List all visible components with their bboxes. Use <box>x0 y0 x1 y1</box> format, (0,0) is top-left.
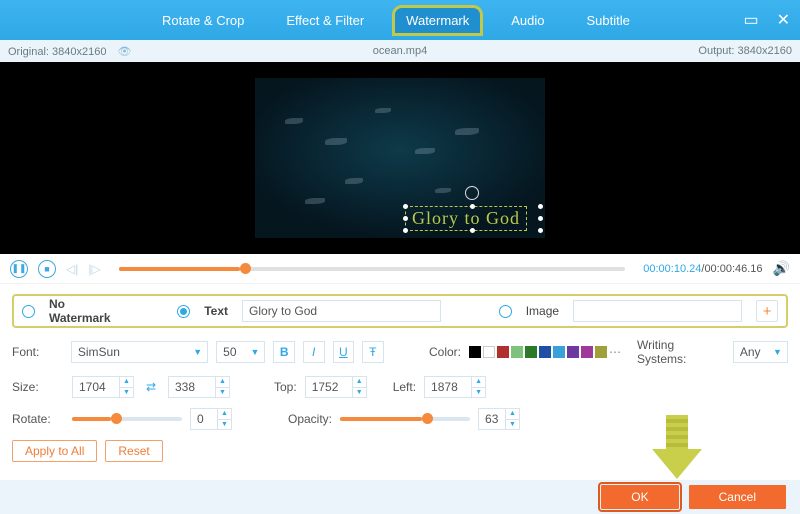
opacity-label: Opacity: <box>288 412 332 426</box>
apply-to-all-button[interactable]: Apply to All <box>12 440 97 462</box>
writing-systems-label: Writing Systems: <box>637 338 725 366</box>
volume-icon[interactable]: 🔊 <box>773 260 790 277</box>
radio-no-watermark[interactable] <box>22 305 35 318</box>
cancel-button[interactable]: Cancel <box>689 485 786 509</box>
swatch[interactable] <box>553 346 565 358</box>
swatch[interactable] <box>567 346 579 358</box>
swatch[interactable] <box>469 346 481 358</box>
strikethrough-button[interactable]: Ŧ <box>362 341 384 363</box>
video-preview: Glory to God <box>0 62 800 254</box>
window-controls: ▭ ✕ <box>743 10 790 30</box>
watermark-panel: No Watermark Text Image + Font: SimSun▼ … <box>0 284 800 470</box>
color-label: Color: <box>429 345 461 359</box>
writing-systems-select[interactable]: Any▼ <box>733 341 788 363</box>
watermark-image-input[interactable] <box>573 300 742 322</box>
next-frame-icon[interactable]: |▷ <box>88 262 100 276</box>
more-colors-icon[interactable]: ⋯ <box>609 345 621 359</box>
left-label: Left: <box>393 380 416 394</box>
radio-image[interactable] <box>499 305 512 318</box>
height-spinner[interactable]: 338▲▼ <box>168 376 230 398</box>
reset-button[interactable]: Reset <box>105 440 162 462</box>
font-label: Font: <box>12 345 63 359</box>
pause-button[interactable]: ❚❚ <box>10 260 28 278</box>
rotate-label: Rotate: <box>12 412 64 426</box>
footer: OK Cancel <box>0 480 800 514</box>
font-size-select[interactable]: 50▼ <box>216 341 265 363</box>
font-family-select[interactable]: SimSun▼ <box>71 341 208 363</box>
radio-text[interactable] <box>177 305 190 318</box>
preview-toggle-icon[interactable]: 👁 <box>118 46 132 58</box>
size-row: Size: 1704▲▼ ⇄ 338▲▼ Top: 1752▲▼ Left: 1… <box>12 376 788 398</box>
stop-button[interactable]: ■ <box>38 260 56 278</box>
width-spinner[interactable]: 1704▲▼ <box>72 376 134 398</box>
font-row: Font: SimSun▼ 50▼ B I U Ŧ Color: ⋯ <box>12 338 788 366</box>
close-icon[interactable]: ✕ <box>777 10 790 30</box>
watermark-text-overlay[interactable]: Glory to God <box>405 206 527 231</box>
panel-buttons: Apply to All Reset <box>12 440 788 462</box>
swatch[interactable] <box>539 346 551 358</box>
titlebar: Rotate & Crop Effect & Filter Watermark … <box>0 0 800 40</box>
playback-bar: ❚❚ ■ ◁| |▷ 00:00:10.24/00:00:46.16 🔊 <box>0 254 800 284</box>
swatch[interactable] <box>483 346 495 358</box>
top-spinner[interactable]: 1752▲▼ <box>305 376 367 398</box>
underline-button[interactable]: U <box>333 341 355 363</box>
watermark-text-input[interactable] <box>242 300 441 322</box>
time-display: 00:00:10.24/00:00:46.16 <box>643 263 762 275</box>
video-frame[interactable]: Glory to God <box>255 78 545 238</box>
rotate-opacity-row: Rotate: 0▲▼ Opacity: 63▲▼ <box>12 408 788 430</box>
image-label: Image <box>526 304 559 318</box>
rotate-spinner[interactable]: 0▲▼ <box>190 408 232 430</box>
size-label: Size: <box>12 380 64 394</box>
tab-rotate-crop[interactable]: Rotate & Crop <box>150 7 256 34</box>
infobar: Original: 3840x2160 👁 ocean.mp4 Output: … <box>0 40 800 62</box>
color-swatches: ⋯ <box>469 345 621 359</box>
minimize-icon[interactable]: ▭ <box>743 10 758 30</box>
swatch[interactable] <box>581 346 593 358</box>
swatch[interactable] <box>511 346 523 358</box>
timeline-slider[interactable] <box>119 267 626 271</box>
opacity-slider[interactable] <box>340 417 470 421</box>
tab-effect-filter[interactable]: Effect & Filter <box>274 7 376 34</box>
tabs: Rotate & Crop Effect & Filter Watermark … <box>150 7 642 34</box>
tab-audio[interactable]: Audio <box>499 7 556 34</box>
timeline-thumb[interactable] <box>240 263 251 274</box>
watermark-rotate-handle[interactable] <box>465 186 479 200</box>
watermark-type-row: No Watermark Text Image + <box>12 294 788 328</box>
ok-button[interactable]: OK <box>601 485 678 509</box>
prev-frame-icon[interactable]: ◁| <box>66 262 78 276</box>
no-watermark-label: No Watermark <box>49 297 129 325</box>
swatch[interactable] <box>497 346 509 358</box>
tab-subtitle[interactable]: Subtitle <box>575 7 642 34</box>
bold-button[interactable]: B <box>273 341 295 363</box>
opacity-spinner[interactable]: 63▲▼ <box>478 408 520 430</box>
swatch[interactable] <box>525 346 537 358</box>
swatch[interactable] <box>595 346 607 358</box>
link-aspect-icon[interactable]: ⇄ <box>142 380 160 394</box>
top-label: Top: <box>274 380 297 394</box>
add-image-button[interactable]: + <box>756 300 778 322</box>
text-label: Text <box>204 304 228 318</box>
tab-watermark[interactable]: Watermark <box>394 7 481 34</box>
rotate-slider[interactable] <box>72 417 182 421</box>
output-resolution: Output: 3840x2160 <box>698 45 792 57</box>
left-spinner[interactable]: 1878▲▼ <box>424 376 486 398</box>
italic-button[interactable]: I <box>303 341 325 363</box>
original-resolution: Original: 3840x2160 👁 <box>8 45 132 58</box>
